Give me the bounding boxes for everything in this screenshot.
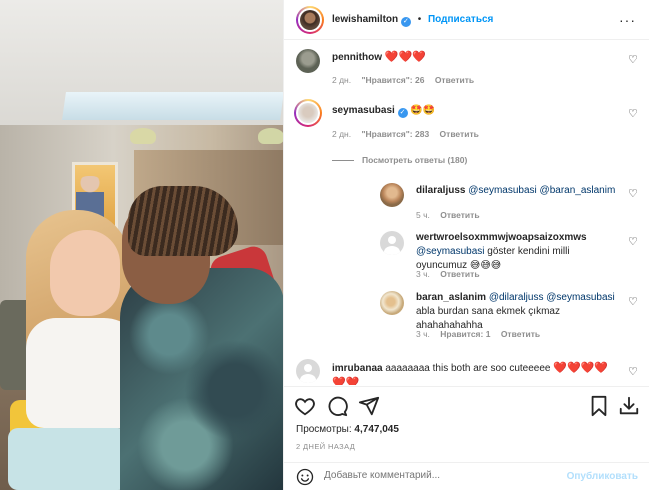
reply-button[interactable]: Ответить [435,75,474,85]
post-video[interactable] [0,0,283,490]
reply-button[interactable]: Ответить [440,269,479,279]
view-replies-button[interactable]: Посмотреть ответы (180) [332,155,467,165]
comment-text: ❤️❤️❤️ [384,51,426,63]
share-send-icon[interactable] [358,395,380,417]
reply-meta: 3 ч. Ответить [416,269,488,279]
comment-likes[interactable]: "Нравится": 26 [361,75,424,85]
comment-body: seymasubasi ✓ 🤩🤩 [332,104,435,118]
reply-mention[interactable]: @baran_aslanim [540,185,616,196]
comment-username[interactable]: imrubanaa [332,363,383,374]
video-scene-lamp [258,128,283,144]
more-options-icon[interactable]: ··· [619,12,636,28]
publish-comment-button[interactable]: Опубликовать [567,471,638,482]
author-line: lewishamilton ✓ • Подписаться [332,14,493,27]
instagram-post-view: lewishamilton ✓ • Подписаться ··· pennit… [0,0,649,490]
reply-text: abla [416,306,435,317]
reply-body: baran_aslanim @dilaraljuss @seymasubasi … [416,291,622,333]
comment-body: imrubanaa aaaaaaaa this both are soo cut… [332,361,612,385]
reply-mention[interactable]: @seymasubasi [546,292,615,303]
author-avatar[interactable] [296,6,324,34]
reply-avatar[interactable] [380,291,404,315]
like-comment-heart-icon[interactable]: ♡ [628,55,638,66]
like-comment-heart-icon[interactable]: ♡ [628,237,638,248]
reply-mention[interactable]: @seymasubasi [468,185,537,196]
like-comment-heart-icon[interactable]: ♡ [628,189,638,200]
comment-meta: 2 дн. "Нравится": 26 Ответить [332,75,482,85]
reply-button[interactable]: Ответить [501,329,540,339]
like-heart-icon[interactable] [294,395,316,417]
comment-age[interactable]: 2 дн. [332,129,351,139]
video-scene-man-hair [128,186,238,256]
like-comment-heart-icon[interactable]: ♡ [628,297,638,308]
reply-meta: 5 ч. Ответить [416,210,488,220]
comment-emoji-line2: ❤️❤️ [332,377,360,385]
video-scene-man-shirt [120,268,283,490]
comment-input[interactable] [324,470,554,481]
post-side-panel: lewishamilton ✓ • Подписаться ··· pennit… [283,0,649,490]
video-scene-girl-pants [8,428,128,490]
comment-age[interactable]: 2 дн. [332,75,351,85]
comment-composer: Опубликовать [284,462,649,490]
comment-username[interactable]: pennithow [332,52,382,63]
post-header: lewishamilton ✓ • Подписаться ··· [284,0,649,40]
video-scene-girl-face [50,230,120,316]
reply-body: dilaraljuss @seymasubasi @baran_aslanim [416,184,615,198]
reply-username[interactable]: baran_aslanim [416,292,486,303]
emoji-picker-icon[interactable] [296,468,314,486]
reply-age[interactable]: 5 ч. [416,210,430,220]
video-scene-lamp [130,128,156,144]
comment-username[interactable]: seymasubasi [332,105,395,116]
views-value: 4,747,045 [354,424,399,435]
reply-likes[interactable]: Нравится: 1 [440,329,490,339]
download-icon[interactable] [618,395,640,417]
verified-badge-icon: ✓ [397,108,408,118]
comment-text: aaaaaaaa this both are soo cuteeeee [385,363,551,374]
video-scene-skylight [62,92,283,120]
reply-text-line2: burdan sana ekmek çıkmaz ahahahahahha [416,306,560,331]
like-comment-heart-icon[interactable]: ♡ [628,367,638,378]
views-label: Просмотры: [296,424,352,435]
reply-username[interactable]: wertwroelsoxmmwjwoapsaizoxmws [416,232,587,243]
reply-mention[interactable]: @dilaraljuss [489,292,544,303]
reply-avatar[interactable] [380,183,404,207]
comment-meta: 2 дн. "Нравится": 283 Ответить [332,129,487,139]
reply-body: wertwroelsoxmmwjwoapsaizoxmws @seymasuba… [416,231,622,273]
comment-likes[interactable]: "Нравится": 283 [361,129,429,139]
reply-mention[interactable]: @seymasubasi [416,246,485,257]
comment-text: 🤩🤩 [410,105,436,116]
commenter-avatar[interactable] [294,99,322,127]
comments-list[interactable]: pennithow ❤️❤️❤️ 2 дн. "Нравится": 26 От… [284,41,649,385]
reply-button[interactable]: Ответить [440,129,479,139]
reply-meta: 3 ч. Нравится: 1 Ответить [416,329,548,339]
commenter-avatar[interactable] [296,49,320,73]
reply-username[interactable]: dilaraljuss [416,185,465,196]
post-timestamp[interactable]: 2 ДНЕЙ НАЗАД [296,442,355,451]
like-comment-heart-icon[interactable]: ♡ [628,109,638,120]
follow-button[interactable]: Подписаться [428,14,493,25]
comment-bubble-icon[interactable] [326,395,348,417]
post-actions [284,386,649,420]
comment-emoji: ❤️❤️❤️❤️ [553,362,609,374]
author-username[interactable]: lewishamilton [332,14,398,25]
save-bookmark-icon[interactable] [588,395,610,417]
verified-badge-icon: ✓ [400,17,411,27]
comment-body: pennithow ❤️❤️❤️ [332,50,426,65]
commenter-avatar-placeholder[interactable] [296,359,320,383]
reply-avatar-placeholder[interactable] [380,231,404,255]
reply-button[interactable]: Ответить [440,210,479,220]
reply-age[interactable]: 3 ч. [416,269,430,279]
reply-age[interactable]: 3 ч. [416,329,430,339]
header-separator: • [417,14,422,25]
view-count[interactable]: Просмотры: 4,747,045 [296,424,399,435]
